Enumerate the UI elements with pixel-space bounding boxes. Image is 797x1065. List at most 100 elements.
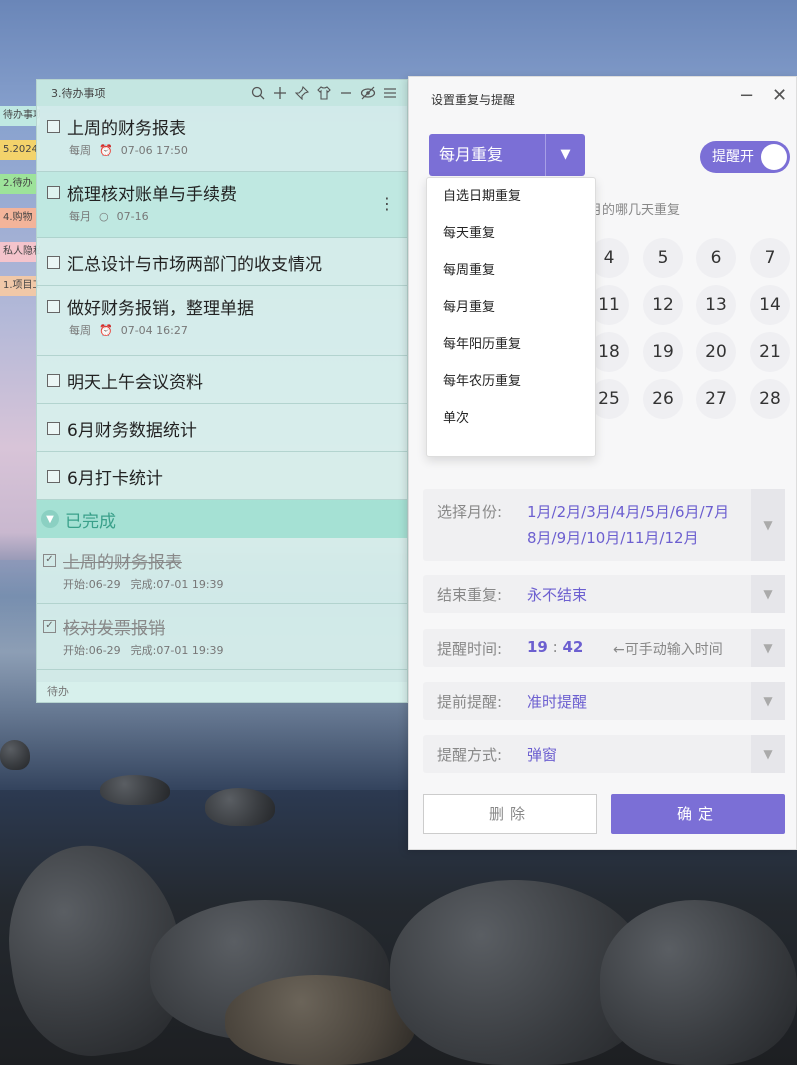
day-cell[interactable]: 20 (696, 332, 736, 372)
reminder-time-label: 提醒时间: (437, 640, 503, 658)
completed-item[interactable]: ✓ 核对发票报销 开始:06-29 完成:07-01 19:39 (37, 604, 407, 670)
chevron-down-icon[interactable]: ▼ (751, 735, 785, 773)
end-repeat-field[interactable]: 结束重复: 永不结束 ▼ (423, 575, 785, 613)
desktop-side-tags: 待办事项 5.2024 2.待办 4.购物 私人隐私 1.项目工 (0, 106, 40, 310)
checkbox[interactable] (47, 299, 60, 313)
advance-reminder-field[interactable]: 提前提醒: 准时提醒 ▼ (423, 682, 785, 720)
checkbox[interactable] (47, 255, 60, 269)
month-select-field[interactable]: 选择月份: 1月/2月/3月/4月/5月/6月/7月 8月/9月/10月/11月… (423, 489, 785, 561)
todo-footer: 待办 (37, 682, 407, 702)
repeat-mode-select[interactable]: 每月重复 ▼ (429, 134, 585, 176)
repeat-mode-value: 每月重复 (429, 134, 545, 176)
chevron-down-icon[interactable]: ▼ (751, 575, 785, 613)
todo-item-title: 梳理核对账单与手续费 (67, 184, 237, 205)
day-cell[interactable]: 26 (643, 379, 683, 419)
end-repeat-label: 结束重复: (437, 586, 503, 604)
reminder-dialog: 设置重复与提醒 − ✕ 每月重复 ▼ 提醒开 月的哪几天重复 4 5 6 7 1… (408, 76, 797, 850)
completed-group-header[interactable]: ▼ 已完成 (37, 500, 407, 538)
rock (225, 975, 415, 1065)
checkbox[interactable] (47, 373, 60, 387)
plus-icon[interactable] (269, 82, 291, 104)
dropdown-option[interactable]: 每年农历重复 (427, 363, 595, 400)
reminder-time-field[interactable]: 提醒时间: 19 : 42 ←可手动输入时间 ▼ (423, 629, 785, 667)
todo-item[interactable]: 明天上午会议资料 (37, 356, 407, 404)
reminder-method-field[interactable]: 提醒方式: 弹窗 ▼ (423, 735, 785, 773)
eye-off-icon[interactable] (357, 82, 379, 104)
menu-icon[interactable] (379, 82, 401, 104)
side-tag[interactable]: 5.2024 (0, 140, 40, 160)
day-cell[interactable]: 27 (696, 379, 736, 419)
todo-item-title: 上周的财务报表 (67, 118, 186, 139)
checkbox[interactable] (47, 469, 60, 483)
repeat-label: 每周 (69, 144, 91, 157)
dropdown-option[interactable]: 每周重复 (427, 252, 595, 289)
dropdown-option[interactable]: 单次 (427, 400, 595, 437)
due-time: 07-04 16:27 (120, 323, 188, 337)
day-cell[interactable]: 6 (696, 238, 736, 278)
time-hour[interactable]: 19 (527, 638, 548, 656)
chevron-down-icon[interactable]: ▼ (751, 629, 785, 667)
minimize-icon[interactable] (335, 82, 357, 104)
todo-item[interactable]: 6月财务数据统计 (37, 404, 407, 452)
comment-icon: ○ (99, 209, 109, 223)
dropdown-option[interactable]: 自选日期重复 (427, 178, 595, 215)
day-cell[interactable]: 14 (750, 285, 790, 325)
checkbox[interactable] (47, 119, 60, 133)
repeat-label: 每月 (69, 210, 91, 223)
rock (205, 788, 275, 826)
completed-item-title: 上周的财务报表 (63, 552, 182, 573)
minimize-icon[interactable]: − (739, 85, 754, 106)
todo-item-title: 做好财务报销，整理单据 (67, 298, 254, 319)
day-cell[interactable]: 5 (643, 238, 683, 278)
reminder-method-label: 提醒方式: (437, 746, 503, 764)
completed-item[interactable]: ✓ 上周的财务报表 开始:06-29 完成:07-01 19:39 (37, 538, 407, 604)
chevron-down-icon[interactable]: ▼ (545, 134, 585, 176)
reminder-toggle[interactable]: 提醒开 (700, 141, 790, 173)
close-icon[interactable]: ✕ (772, 85, 787, 106)
shirt-icon[interactable] (313, 82, 335, 104)
day-cell[interactable]: 28 (750, 379, 790, 419)
side-tag[interactable]: 4.购物 (0, 208, 40, 228)
delete-button[interactable]: 删除 (423, 794, 597, 834)
todo-item[interactable]: 做好财务报销，整理单据 每周 ⏰ 07-04 16:27 (37, 286, 407, 356)
todo-item[interactable]: 6月打卡统计 (37, 452, 407, 500)
pin-icon[interactable] (291, 82, 313, 104)
todo-item[interactable]: 汇总设计与市场两部门的收支情况 (37, 238, 407, 286)
checkbox[interactable] (47, 421, 60, 435)
day-cell[interactable]: 7 (750, 238, 790, 278)
todo-item[interactable]: 上周的财务报表 每周 ⏰ 07-06 17:50 (37, 106, 407, 172)
search-icon[interactable] (247, 82, 269, 104)
day-cell[interactable]: 19 (643, 332, 683, 372)
todo-title: 3.待办事项 (51, 87, 106, 100)
chevron-down-icon[interactable]: ▼ (751, 682, 785, 720)
chevron-down-icon[interactable]: ▼ (751, 489, 785, 561)
checked-checkbox[interactable]: ✓ (43, 553, 56, 567)
dropdown-option[interactable]: 每月重复 (427, 289, 595, 326)
dropdown-option[interactable]: 每年阳历重复 (427, 326, 595, 363)
side-tag[interactable]: 待办事项 (0, 106, 40, 126)
todo-titlebar[interactable]: 3.待办事项 (37, 80, 407, 106)
todo-item[interactable]: 梳理核对账单与手续费 每月 ○ 07-16 ⋮ (37, 172, 407, 238)
more-options-icon[interactable]: ⋮ (379, 194, 395, 213)
checkbox[interactable] (47, 185, 60, 199)
todo-list: 上周的财务报表 每周 ⏰ 07-06 17:50 梳理核对账单与手续费 每月 ○… (37, 106, 407, 670)
side-tag[interactable]: 1.项目工 (0, 276, 40, 296)
day-cell[interactable]: 21 (750, 332, 790, 372)
due-time: 07-16 (116, 209, 149, 223)
repeat-mode-dropdown: 自选日期重复 每天重复 每周重复 每月重复 每年阳历重复 每年农历重复 单次 (426, 177, 596, 457)
advance-reminder-value: 准时提醒 (527, 693, 588, 711)
start-date: 开始:06-29 (63, 644, 121, 657)
dropdown-option[interactable]: 每天重复 (427, 215, 595, 252)
day-cell[interactable]: 13 (696, 285, 736, 325)
day-cell[interactable]: 12 (643, 285, 683, 325)
confirm-button[interactable]: 确定 (611, 794, 785, 834)
rock (0, 740, 30, 770)
dialog-title: 设置重复与提醒 (431, 93, 516, 107)
completed-item-title: 核对发票报销 (63, 618, 165, 639)
chevron-down-icon: ▼ (41, 510, 59, 528)
side-tag[interactable]: 私人隐私 (0, 242, 40, 262)
time-minute[interactable]: 42 (562, 638, 583, 656)
side-tag[interactable]: 2.待办 (0, 174, 40, 194)
checked-checkbox[interactable]: ✓ (43, 619, 56, 633)
reminder-time-value[interactable]: 19 : 42 (527, 638, 583, 656)
